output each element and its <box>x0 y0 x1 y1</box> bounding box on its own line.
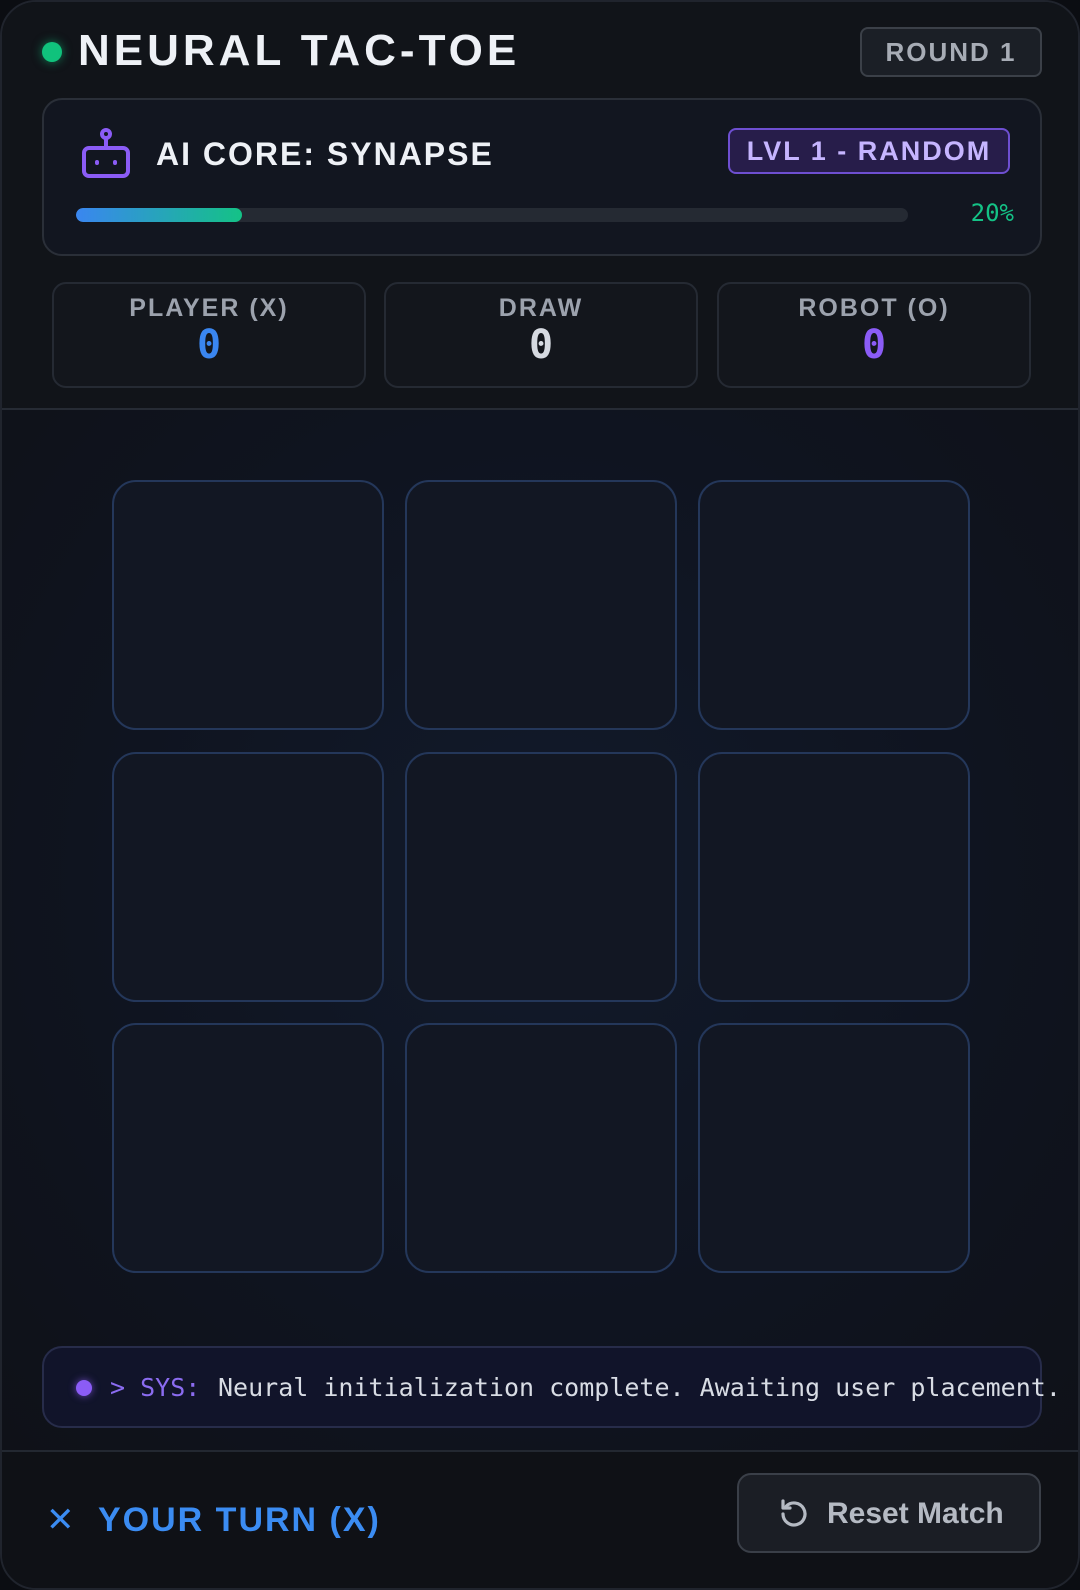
ai-core-name: AI CORE: SYNAPSE <box>156 136 494 172</box>
system-log: > SYS: Neural initialization complete. A… <box>42 1346 1061 1428</box>
ai-progress-fill <box>76 208 243 222</box>
reset-match-label: Reset Match <box>827 1497 1004 1530</box>
round-badge: ROUND 1 <box>860 27 1042 77</box>
board-cell-9[interactable] <box>698 1023 970 1273</box>
score-value: 0 <box>196 322 222 368</box>
board-cell-4[interactable] <box>112 752 384 1002</box>
reset-icon <box>781 1499 807 1527</box>
board-cell-1[interactable] <box>112 480 384 730</box>
score-value: 0 <box>861 322 887 368</box>
log-prefix: > SYS: <box>110 1373 201 1402</box>
score-label: DRAW <box>498 294 584 322</box>
board-cell-3[interactable] <box>698 480 970 730</box>
header: NEURAL TAC-TOE ROUND 1 AI CORE: SYNAPSE … <box>2 2 1078 410</box>
turn-indicator: YOUR TURN (X) <box>98 1501 381 1539</box>
ai-core-card: AI CORE: SYNAPSE LVL 1 - RANDOM 20% <box>42 98 1042 256</box>
log-indicator <box>76 1380 92 1396</box>
score-draw: DRAW 0 <box>384 282 698 388</box>
log-message: Neural initialization complete. Awaiting… <box>218 1373 1061 1402</box>
footer: ✕ YOUR TURN (X) Reset Match <box>2 1452 1078 1588</box>
score-player: PLAYER (X) 0 <box>52 282 366 388</box>
robot-icon <box>82 128 130 178</box>
board-cell-7[interactable] <box>112 1023 384 1273</box>
ai-progress-bar <box>76 208 908 222</box>
board-area <box>2 410 1078 1450</box>
score-label: PLAYER (X) <box>129 294 289 322</box>
score-value: 0 <box>528 322 554 368</box>
board-cell-6[interactable] <box>698 752 970 1002</box>
game-window: NEURAL TAC-TOE ROUND 1 AI CORE: SYNAPSE … <box>0 0 1080 1590</box>
level-badge: LVL 1 - RANDOM <box>728 128 1010 174</box>
board-cell-8[interactable] <box>405 1023 677 1273</box>
status-indicator <box>42 42 62 62</box>
reset-match-button[interactable]: Reset Match <box>737 1473 1041 1553</box>
board-cell-2[interactable] <box>405 480 677 730</box>
score-label: ROBOT (O) <box>798 294 950 322</box>
x-icon: ✕ <box>46 1501 75 1539</box>
ai-progress-percent: 20% <box>970 199 1014 227</box>
score-robot: ROBOT (O) 0 <box>717 282 1031 388</box>
app-title: NEURAL TAC-TOE <box>78 26 521 75</box>
board-cell-5[interactable] <box>405 752 677 1002</box>
